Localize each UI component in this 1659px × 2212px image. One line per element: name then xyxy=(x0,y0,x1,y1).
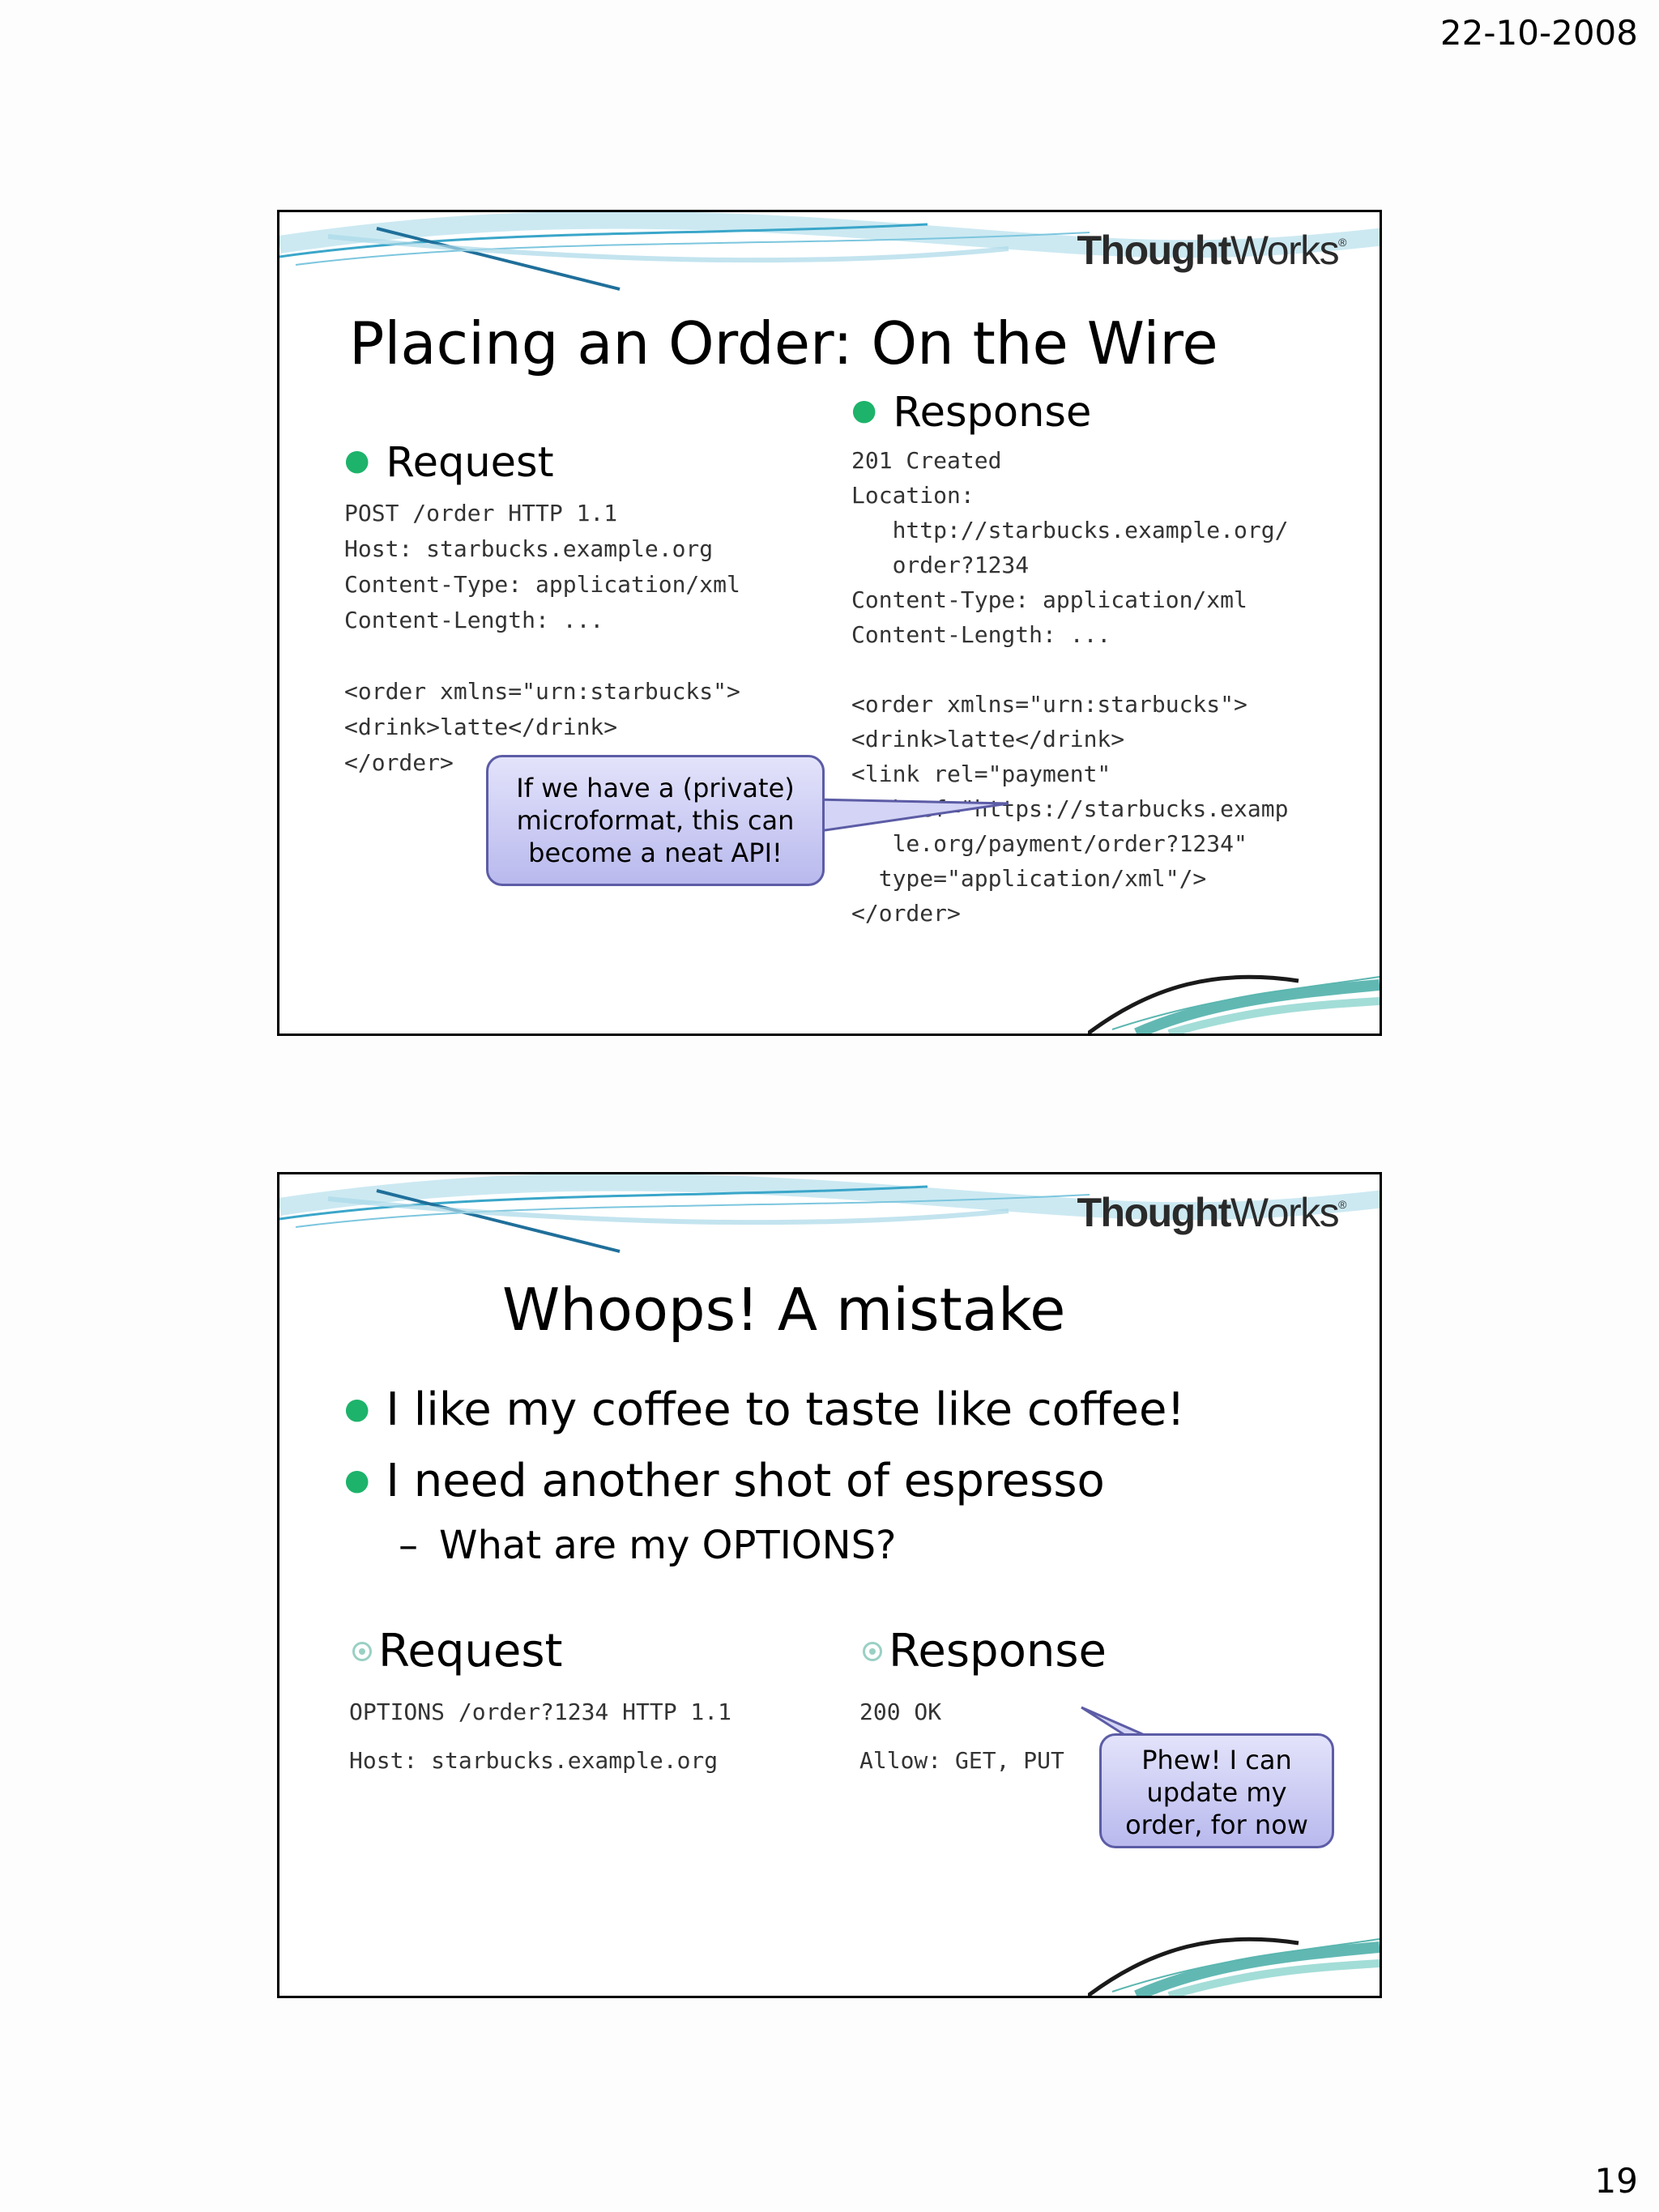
slide-placing-order: ThoughtWorks® Placing an Order: On the W… xyxy=(277,210,1382,1036)
dash-icon: – xyxy=(399,1523,418,1568)
bullet-item: ● I need another shot of espresso xyxy=(344,1455,1105,1507)
response-heading: Response xyxy=(863,1625,1107,1677)
response-code: 201 Created Location: http://starbucks.e… xyxy=(851,447,1289,927)
thoughtworks-logo: ThoughtWorks® xyxy=(1077,228,1347,273)
slide-title: Placing an Order: On the Wire xyxy=(349,309,1218,377)
decorative-swoosh-bottom xyxy=(1088,974,1380,1034)
bullet-dot-icon: ● xyxy=(344,1392,370,1426)
decorative-swoosh-bottom xyxy=(1088,1937,1380,1996)
response-heading: ● Response xyxy=(851,389,1092,437)
response-line: 200 OK xyxy=(859,1698,942,1725)
bullet-dot-icon: ● xyxy=(344,1464,370,1497)
page-date: 22-10-2008 xyxy=(1439,13,1638,53)
request-line: Host: starbucks.example.org xyxy=(349,1747,719,1774)
page-number: 19 xyxy=(1594,2161,1638,2201)
sub-bullet-item: – What are my OPTIONS? xyxy=(399,1523,897,1568)
circle-bullet-icon xyxy=(352,1642,372,1661)
circle-bullet-icon xyxy=(863,1642,882,1661)
callout-update-order: Phew! I can update my order, for now xyxy=(1099,1733,1334,1848)
request-code: POST /order HTTP 1.1 Host: starbucks.exa… xyxy=(344,500,740,776)
response-line: Allow: GET, PUT xyxy=(859,1747,1064,1774)
bullet-item: ● I like my coffee to taste like coffee! xyxy=(344,1383,1185,1436)
request-line: OPTIONS /order?1234 HTTP 1.1 xyxy=(349,1698,732,1725)
bullet-dot-icon: ● xyxy=(344,444,370,477)
slide-whoops-mistake: ThoughtWorks® Whoops! A mistake ● I like … xyxy=(277,1172,1382,1998)
slide-title: Whoops! A mistake xyxy=(502,1276,1066,1344)
thoughtworks-logo: ThoughtWorks® xyxy=(1077,1190,1347,1235)
callout-pointer xyxy=(812,798,1009,833)
bullet-dot-icon: ● xyxy=(851,394,877,427)
request-heading: ● Request xyxy=(344,439,554,487)
callout-microformat: If we have a (private) microformat, this… xyxy=(486,755,825,886)
request-heading: Request xyxy=(352,1625,562,1677)
